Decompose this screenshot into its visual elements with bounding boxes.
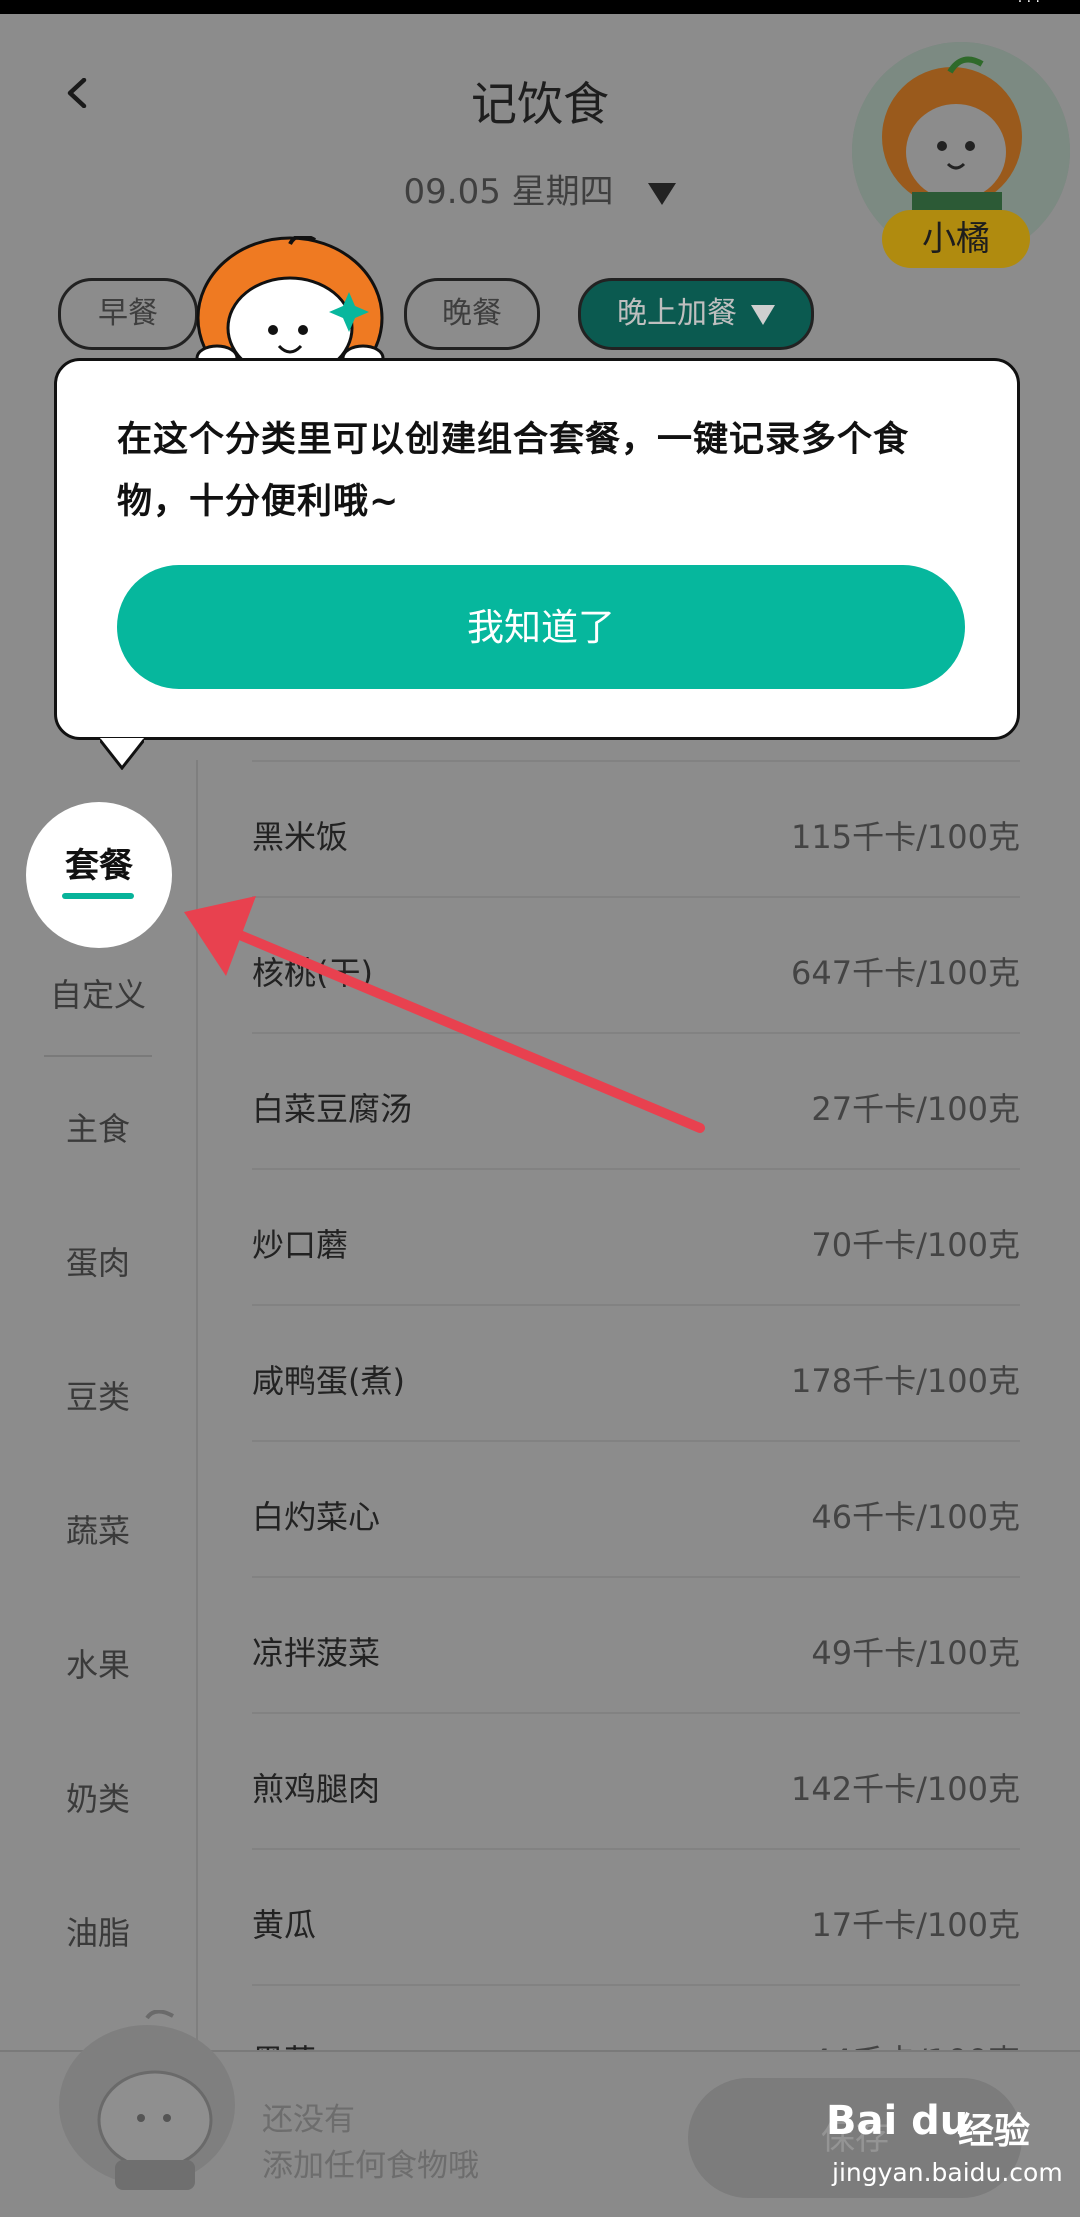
list-item[interactable]: 黄瓜 17千卡/100克 [252, 1848, 1020, 1986]
empty-state-line1: 还没有 [262, 2102, 355, 2138]
date-label: 09.05 星期四 [403, 172, 614, 212]
active-indicator [62, 893, 134, 899]
watermark-title: 经验 [958, 2111, 1031, 2152]
food-calories: 115千卡/100克 [791, 818, 1020, 856]
food-calories: 27千卡/100克 [811, 1090, 1020, 1128]
red-pointer-arrow-icon [184, 896, 705, 1133]
watermark-url: jingyan.baidu.com [832, 2158, 1063, 2187]
list-item[interactable]: 煎鸡腿肉 142千卡/100克 [252, 1712, 1020, 1850]
tab-breakfast[interactable]: 早餐 [58, 278, 198, 350]
food-calories: 647千卡/100克 [791, 954, 1020, 992]
baidu-jingyan-watermark: Bai du 经验 jingyan.baidu.com [826, 2098, 1066, 2210]
tab-evening-snack[interactable]: 晚上加餐 [578, 278, 814, 350]
food-name: 炒口蘑 [252, 1226, 349, 1264]
status-icons: · · · [1017, 0, 1040, 10]
food-name: 煎鸡腿肉 [252, 1770, 381, 1808]
food-calories: 178千卡/100克 [791, 1362, 1020, 1400]
empty-mascot-icon [59, 2010, 235, 2190]
category-item-beans[interactable]: 豆类 [0, 1372, 196, 1418]
avatar-name-badge: 小橘 [882, 210, 1030, 268]
list-item[interactable]: 黑米饭 115千卡/100克 [252, 760, 1020, 898]
food-calories: 70千卡/100克 [811, 1226, 1020, 1264]
list-item[interactable]: 咸鸭蛋(煮) 178千卡/100克 [252, 1304, 1020, 1442]
food-calories: 142千卡/100克 [791, 1770, 1020, 1808]
category-item-fruits[interactable]: 水果 [0, 1640, 196, 1686]
list-item[interactable]: 凉拌菠菜 49千卡/100克 [252, 1576, 1020, 1714]
sidebar-separator [44, 1055, 152, 1057]
food-name: 黑米饭 [252, 818, 349, 856]
food-calories: 46千卡/100克 [811, 1498, 1020, 1536]
status-bar: · · · [0, 0, 1080, 14]
food-calories: 17千卡/100克 [811, 1906, 1020, 1944]
list-item[interactable]: 炒口蘑 70千卡/100克 [252, 1168, 1020, 1306]
category-item-vegetables[interactable]: 蔬菜 [0, 1506, 196, 1552]
got-it-button[interactable]: 我知道了 [117, 565, 965, 689]
food-name: 黄瓜 [252, 1906, 317, 1944]
mascot-peeking-icon [195, 236, 385, 366]
category-item-oils[interactable]: 油脂 [0, 1908, 196, 1954]
empty-state-line2: 添加任何食物哦 [262, 2148, 479, 2184]
tooltip-text: 在这个分类里可以创建组合套餐，一键记录多个食物，十分便利哦~ [117, 420, 910, 522]
caret-down-icon [648, 182, 677, 205]
watermark-logo: Bai du [826, 2098, 969, 2144]
food-calories: 49千卡/100克 [811, 1634, 1020, 1672]
category-item-egg-meat[interactable]: 蛋肉 [0, 1238, 196, 1284]
food-name: 凉拌菠菜 [252, 1634, 381, 1672]
avatar-button[interactable]: 小橘 [852, 42, 1072, 277]
tooltip-bubble: 在这个分类里可以创建组合套餐，一键记录多个食物，十分便利哦~ 我知道了 [54, 358, 1020, 740]
category-item-dairy[interactable]: 奶类 [0, 1774, 196, 1820]
list-item[interactable]: 白灼菜心 46千卡/100克 [252, 1440, 1020, 1578]
category-item-combo[interactable]: 套餐 [26, 838, 172, 887]
food-name: 咸鸭蛋(煮) [252, 1362, 405, 1400]
caret-down-icon [751, 304, 775, 325]
tab-dinner[interactable]: 晚餐 [404, 278, 540, 350]
food-name: 白灼菜心 [252, 1498, 381, 1536]
tab-evening-snack-label: 晚上加餐 [617, 296, 737, 331]
